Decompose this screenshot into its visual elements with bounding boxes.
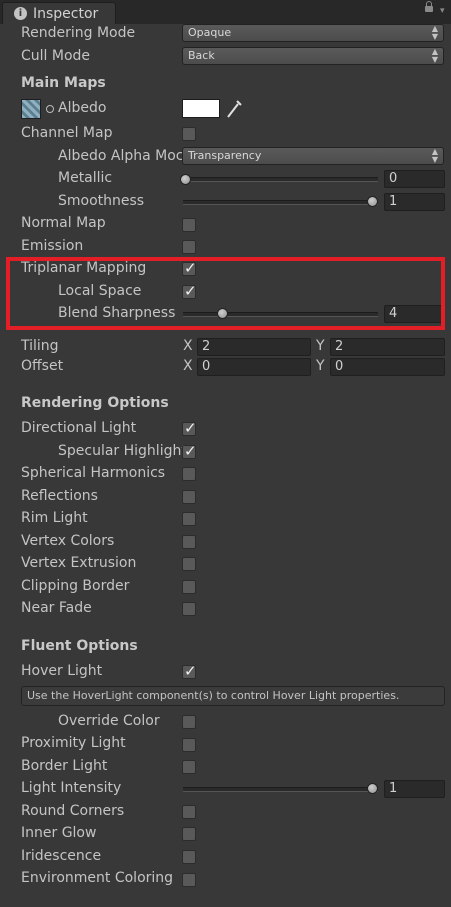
dropdown-arrows-icon: ▲ ▼	[431, 47, 438, 64]
rendering-option-checkbox[interactable]	[182, 535, 196, 549]
iridescence-checkbox[interactable]	[182, 850, 196, 864]
offset-x-field[interactable]: 0	[197, 358, 311, 376]
fluent-options-header: Fluent Options	[21, 638, 138, 654]
smoothness-slider-thumb[interactable]	[367, 196, 378, 207]
rendering-option-checkbox[interactable]	[182, 557, 196, 571]
rendering-option-label: Near Fade	[21, 600, 92, 616]
checkmark-icon: ✓	[184, 662, 197, 680]
offset-y-field[interactable]: 0	[330, 358, 445, 376]
rendering-option-checkbox[interactable]	[182, 512, 196, 526]
rendering-option-label: Vertex Colors	[21, 533, 115, 549]
checkmark-icon: ✓	[184, 442, 197, 460]
main-maps-header: Main Maps	[21, 75, 106, 91]
inspector-tab-title: Inspector	[33, 6, 99, 22]
round-corners-label: Round Corners	[21, 803, 125, 819]
light-intensity-slider-thumb[interactable]	[367, 783, 378, 794]
hover-light-checkbox[interactable]: ✓	[182, 662, 197, 680]
light-intensity-value-field[interactable]: 1	[384, 780, 445, 798]
hover-light-label: Hover Light	[21, 663, 103, 679]
light-intensity-slider-track[interactable]	[183, 787, 378, 792]
rendering-option-label: Rim Light	[21, 510, 88, 526]
border-light-label: Border Light	[21, 758, 108, 774]
triplanar-highlight-box	[6, 257, 445, 330]
offset-x-label: X	[183, 358, 193, 374]
smoothness-label: Smoothness	[58, 193, 145, 209]
environment-coloring-label: Environment Coloring	[21, 870, 174, 886]
rendering-option-checkbox[interactable]	[182, 602, 196, 616]
rendering-mode-label: Rendering Mode	[21, 25, 136, 41]
albedo-label: Albedo	[58, 100, 107, 116]
dropdown-arrows-icon: ▲ ▼	[431, 147, 438, 164]
rendering-mode-value: Opaque	[188, 26, 232, 39]
offset-y-label: Y	[316, 358, 325, 374]
inner-glow-label: Inner Glow	[21, 825, 97, 841]
metallic-slider-thumb[interactable]	[180, 174, 191, 185]
rendering-option-label: Reflections	[21, 488, 98, 504]
normal-map-label: Normal Map	[21, 215, 106, 231]
smoothness-value-field[interactable]: 1	[384, 193, 445, 211]
tiling-y-field[interactable]: 2	[330, 338, 445, 356]
proximity-light-label: Proximity Light	[21, 735, 126, 751]
channel-map-label: Channel Map	[21, 125, 113, 141]
iridescence-label: Iridescence	[21, 848, 102, 864]
rendering-option-checkbox[interactable]: ✓	[182, 419, 197, 437]
environment-coloring-checkbox[interactable]	[182, 873, 196, 887]
rendering-option-label: Vertex Extrusion	[21, 555, 137, 571]
rendering-option-checkbox[interactable]	[182, 467, 196, 481]
round-corners-checkbox[interactable]	[182, 805, 196, 819]
channel-map-checkbox[interactable]	[182, 127, 196, 141]
offset-label: Offset	[21, 358, 64, 374]
rendering-option-checkbox[interactable]: ✓	[182, 442, 197, 460]
rendering-option-checkbox[interactable]	[182, 490, 196, 504]
tiling-y-label: Y	[316, 338, 325, 354]
dropdown-arrows-icon: ▲ ▼	[431, 24, 438, 41]
rendering-option-label: Directional Light	[21, 420, 137, 436]
tiling-label: Tiling	[21, 338, 59, 354]
rendering-option-checkbox[interactable]	[182, 580, 196, 594]
hover-light-help-box: Use the HoverLight component(s) to contr…	[21, 686, 445, 706]
rendering-option-label: Spherical Harmonics	[21, 465, 166, 481]
albedo-alpha-value: Transparency	[188, 149, 262, 162]
emission-label: Emission	[21, 238, 84, 254]
metallic-value-field[interactable]: 0	[384, 170, 445, 188]
rendering-option-label: Clipping Border	[21, 578, 130, 594]
info-icon: i	[14, 7, 27, 20]
menu-dropdown-icon[interactable]: ▾	[440, 6, 445, 16]
albedo-alpha-dropdown[interactable]: Transparency ▲ ▼	[182, 147, 444, 165]
cull-mode-label: Cull Mode	[21, 48, 91, 64]
rendering-mode-dropdown[interactable]: Opaque ▲ ▼	[182, 24, 444, 42]
smoothness-slider-track[interactable]	[183, 200, 378, 205]
inner-glow-checkbox[interactable]	[182, 827, 196, 841]
rendering-options-header: Rendering Options	[21, 395, 169, 411]
tiling-x-label: X	[183, 338, 193, 354]
light-intensity-label: Light Intensity	[21, 780, 122, 796]
albedo-texture-thumbnail[interactable]	[21, 99, 41, 119]
lock-icon[interactable]	[425, 1, 433, 12]
border-light-checkbox[interactable]	[182, 760, 196, 774]
tab-bar: i Inspector ▾	[0, 0, 451, 24]
emission-checkbox[interactable]	[182, 240, 196, 254]
override-color-label: Override Color	[58, 713, 160, 729]
metallic-label: Metallic	[58, 170, 113, 186]
eyedropper-icon[interactable]	[226, 99, 242, 119]
normal-map-checkbox[interactable]	[182, 218, 196, 232]
metallic-slider-track[interactable]	[183, 177, 378, 182]
cull-mode-value: Back	[188, 49, 215, 62]
proximity-light-checkbox[interactable]	[182, 738, 196, 752]
tiling-x-field[interactable]: 2	[197, 338, 311, 356]
albedo-alpha-label: Albedo Alpha Moc	[58, 148, 182, 164]
inspector-tab[interactable]: i Inspector	[2, 2, 116, 24]
texture-picker-icon[interactable]	[46, 105, 54, 113]
override-color-checkbox[interactable]	[182, 715, 196, 729]
rendering-option-label: Specular Highlight	[58, 443, 187, 459]
albedo-color-swatch[interactable]	[182, 99, 220, 118]
cull-mode-dropdown[interactable]: Back ▲ ▼	[182, 47, 444, 65]
checkmark-icon: ✓	[184, 419, 197, 437]
